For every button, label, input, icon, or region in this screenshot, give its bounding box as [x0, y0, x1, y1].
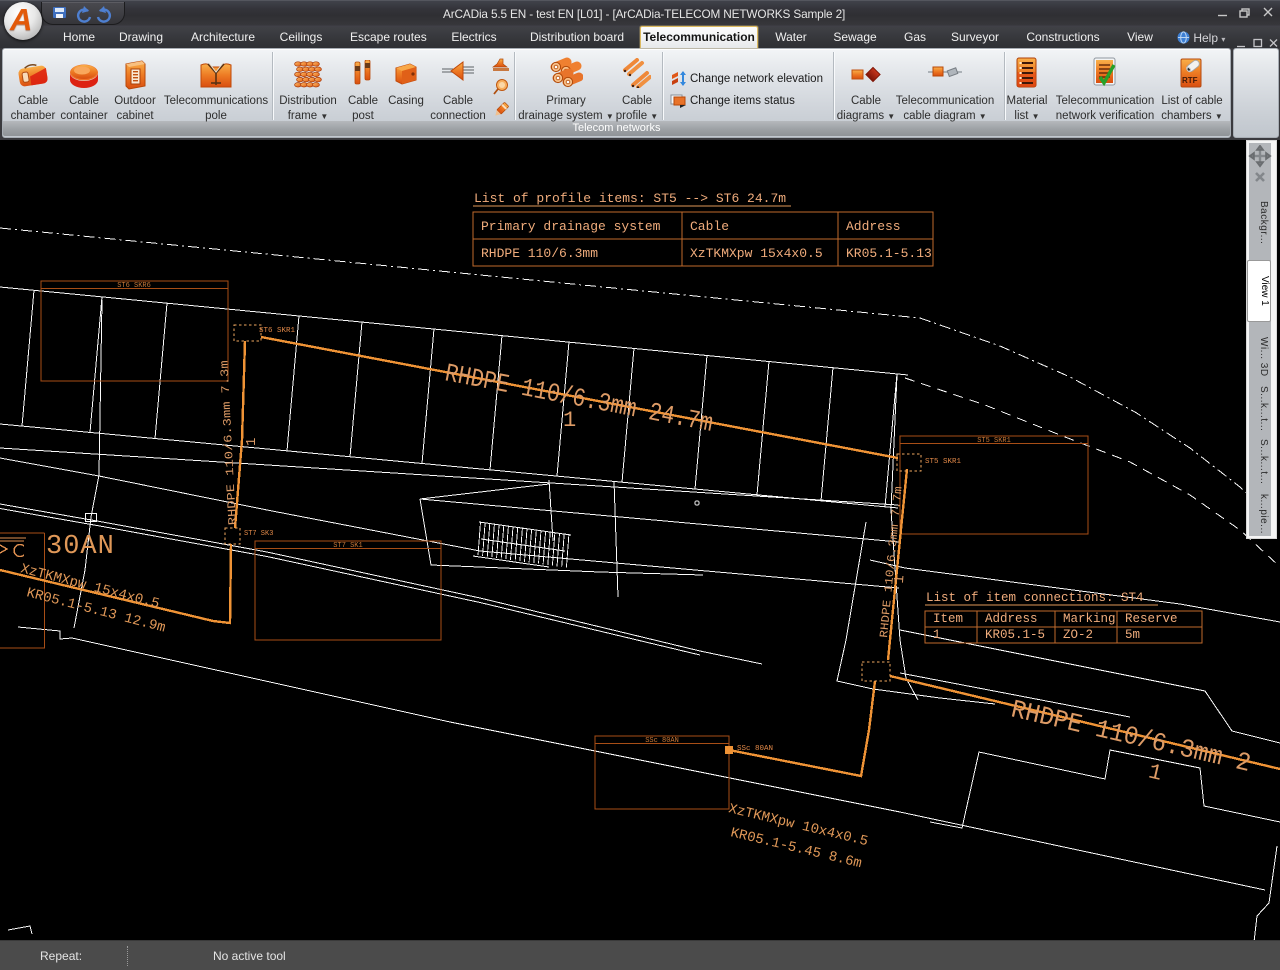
svg-text:Address: Address [846, 219, 901, 234]
svg-text:Reserve: Reserve [1125, 612, 1178, 626]
svg-text:RHDPE 110/6.3mm: RHDPE 110/6.3mm [481, 246, 598, 261]
svg-text:Marking: Marking [1063, 612, 1116, 626]
svg-text:ST6 SKR6: ST6 SKR6 [117, 282, 151, 290]
svg-text:KR05.1-5: KR05.1-5 [985, 628, 1045, 642]
svg-text:RTF: RTF [1182, 76, 1198, 85]
svg-text:Primary drainage system: Primary drainage system [481, 219, 661, 234]
svg-text:SSc 80AN: SSc 80AN [645, 737, 679, 745]
svg-text:Address: Address [985, 612, 1038, 626]
svg-text:ST5 SKR1: ST5 SKR1 [925, 458, 962, 466]
svg-text:List of profile items: ST5 -->: List of profile items: ST5 --> ST6 24.7m [474, 191, 786, 206]
svg-text:List of item connections: ST4: List of item connections: ST4 [926, 591, 1144, 605]
svg-text:XzTKMXpw 15x4x0.5: XzTKMXpw 15x4x0.5 [690, 246, 823, 261]
svg-text:ST6 SKR1: ST6 SKR1 [259, 327, 296, 335]
svg-text:ST5 SKR1: ST5 SKR1 [977, 437, 1011, 445]
svg-text:1: 1 [933, 628, 941, 642]
svg-text:ST7 SK3: ST7 SK3 [244, 530, 273, 538]
svg-text:1: 1 [563, 408, 576, 433]
svg-text:Item: Item [933, 612, 963, 626]
svg-text:30AN: 30AN [46, 532, 115, 562]
svg-text:KR05.1-5.13: KR05.1-5.13 [846, 246, 932, 261]
svg-text:SSc 80AN: SSc 80AN [737, 745, 773, 753]
svg-text:5m: 5m [1125, 628, 1140, 642]
svg-text:ST7 SK1: ST7 SK1 [333, 542, 362, 550]
svg-text:1: 1 [892, 575, 909, 585]
svg-text:Cable: Cable [690, 219, 729, 234]
svg-text:ZO-2: ZO-2 [1063, 628, 1093, 642]
svg-text:1: 1 [244, 438, 260, 446]
